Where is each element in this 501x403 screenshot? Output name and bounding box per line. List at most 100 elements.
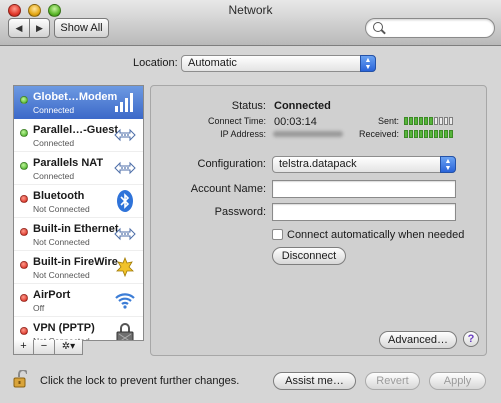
vpn-lock-icon	[113, 321, 137, 340]
bluetooth-icon	[113, 189, 137, 213]
popup-arrows-icon: ▲ ▼	[440, 156, 456, 173]
service-status: Connected	[33, 105, 75, 115]
status-dot-icon	[20, 162, 28, 170]
meter-cell	[414, 117, 418, 125]
service-item[interactable]: Globet…Modem Connected	[14, 86, 143, 119]
back-arrow-icon: ◀	[15, 22, 23, 33]
services-list[interactable]: Globet…Modem Connected Parallel…-Guest Conn…	[13, 85, 144, 341]
service-name: Globet…Modem	[33, 91, 118, 103]
revert-button[interactable]: Revert	[365, 372, 420, 390]
service-item[interactable]: Bluetooth Not Connected	[14, 185, 143, 218]
service-item[interactable]: Built-in FireWire Not Connected	[14, 251, 143, 284]
location-popup[interactable]: Automatic ▲ ▼	[181, 55, 376, 72]
service-status: Connected	[33, 171, 75, 181]
meter-cell	[424, 117, 428, 125]
meter-cell	[429, 117, 433, 125]
service-status: Not Connected	[33, 270, 90, 280]
forward-arrow-icon: ▶	[36, 22, 43, 33]
account-name-label: Account Name:	[190, 183, 266, 195]
meter-cell	[409, 117, 413, 125]
status-dot-icon	[20, 228, 28, 236]
service-status: Off	[33, 303, 45, 313]
meter-cell	[444, 130, 448, 138]
help-button[interactable]: ?	[463, 331, 479, 347]
password-label: Password:	[214, 206, 266, 218]
sent-label: Sent:	[377, 116, 399, 126]
advanced-button[interactable]: Advanced…	[379, 331, 457, 349]
status-dot-icon	[20, 294, 28, 302]
search-icon	[373, 22, 383, 32]
service-name: Parallel…-Guest	[33, 124, 118, 136]
connect-time-value: 00:03:14	[274, 116, 317, 128]
ethernet-arrows-icon	[113, 123, 137, 147]
status-dot-icon	[20, 195, 28, 203]
connect-time-label: Connect Time:	[207, 116, 266, 126]
auto-connect-checkbox[interactable]	[272, 229, 283, 240]
meter-cell	[419, 117, 423, 125]
meter-cell	[449, 117, 453, 125]
meter-cell	[419, 130, 423, 138]
configuration-popup[interactable]: telstra.datapack ▲ ▼	[272, 156, 456, 173]
meter-cell	[429, 130, 433, 138]
meter-cell	[439, 130, 443, 138]
received-meter	[404, 130, 453, 138]
unlocked-lock-icon[interactable]	[13, 370, 27, 388]
received-label: Received:	[358, 129, 399, 139]
window-title: Network	[228, 3, 273, 17]
meter-cell	[404, 130, 408, 138]
service-status: Not Connected	[33, 237, 90, 247]
service-name: VPN (PPTP)	[33, 322, 95, 334]
auto-connect-label: Connect automatically when needed	[287, 229, 465, 241]
popup-arrows-icon: ▲ ▼	[360, 55, 376, 72]
window-toolbar: Network ◀ ▶ Show All	[0, 0, 501, 46]
location-label: Location:	[133, 57, 178, 69]
assist-me-button[interactable]: Assist me…	[273, 372, 356, 390]
service-name: Built-in Ethernet	[33, 223, 119, 235]
remove-service-button[interactable]: −	[34, 340, 55, 355]
back-button[interactable]: ◀	[8, 18, 30, 38]
ip-address-label: IP Address:	[220, 129, 266, 139]
ip-address-redacted	[273, 131, 343, 137]
search-field[interactable]	[365, 18, 495, 38]
service-name: Built-in FireWire	[33, 256, 118, 268]
status-dot-icon	[20, 96, 28, 104]
service-status: Connected	[33, 138, 75, 148]
service-name: Parallels NAT	[33, 157, 104, 169]
status-dot-icon	[20, 261, 28, 269]
status-value: Connected	[274, 100, 331, 112]
ethernet-arrows-icon	[113, 156, 137, 180]
meter-cell	[409, 130, 413, 138]
password-field[interactable]	[272, 203, 456, 221]
meter-cell	[444, 117, 448, 125]
account-name-field[interactable]	[272, 180, 456, 198]
show-all-button[interactable]: Show All	[54, 18, 109, 38]
apply-button[interactable]: Apply	[429, 372, 486, 390]
add-service-button[interactable]: +	[13, 340, 34, 355]
service-name: AirPort	[33, 289, 71, 301]
service-item[interactable]: VPN (PPTP) Not Connected	[14, 317, 143, 340]
signal-bars-icon	[113, 90, 137, 114]
lock-message: Click the lock to prevent further change…	[40, 375, 240, 387]
service-item[interactable]: Parallels NAT Connected	[14, 152, 143, 185]
meter-cell	[424, 130, 428, 138]
firewire-icon	[113, 255, 137, 279]
service-name: Bluetooth	[33, 190, 85, 202]
meter-cell	[439, 117, 443, 125]
service-item[interactable]: AirPort Off	[14, 284, 143, 317]
meter-cell	[404, 117, 408, 125]
meter-cell	[434, 130, 438, 138]
forward-button[interactable]: ▶	[29, 18, 50, 38]
meter-cell	[434, 117, 438, 125]
sent-meter	[404, 117, 453, 125]
meter-cell	[449, 130, 453, 138]
status-label: Status:	[231, 100, 266, 112]
service-item[interactable]: Parallel…-Guest Connected	[14, 119, 143, 152]
service-item[interactable]: Built-in Ethernet Not Connected	[14, 218, 143, 251]
configuration-value: telstra.datapack	[279, 158, 357, 170]
wifi-icon	[113, 288, 137, 312]
service-status: Not Connected	[33, 204, 90, 214]
disconnect-button[interactable]: Disconnect	[272, 247, 346, 265]
status-dot-icon	[20, 129, 28, 137]
action-menu-button[interactable]: ✲▾	[55, 340, 83, 355]
configuration-label: Configuration:	[197, 158, 267, 170]
